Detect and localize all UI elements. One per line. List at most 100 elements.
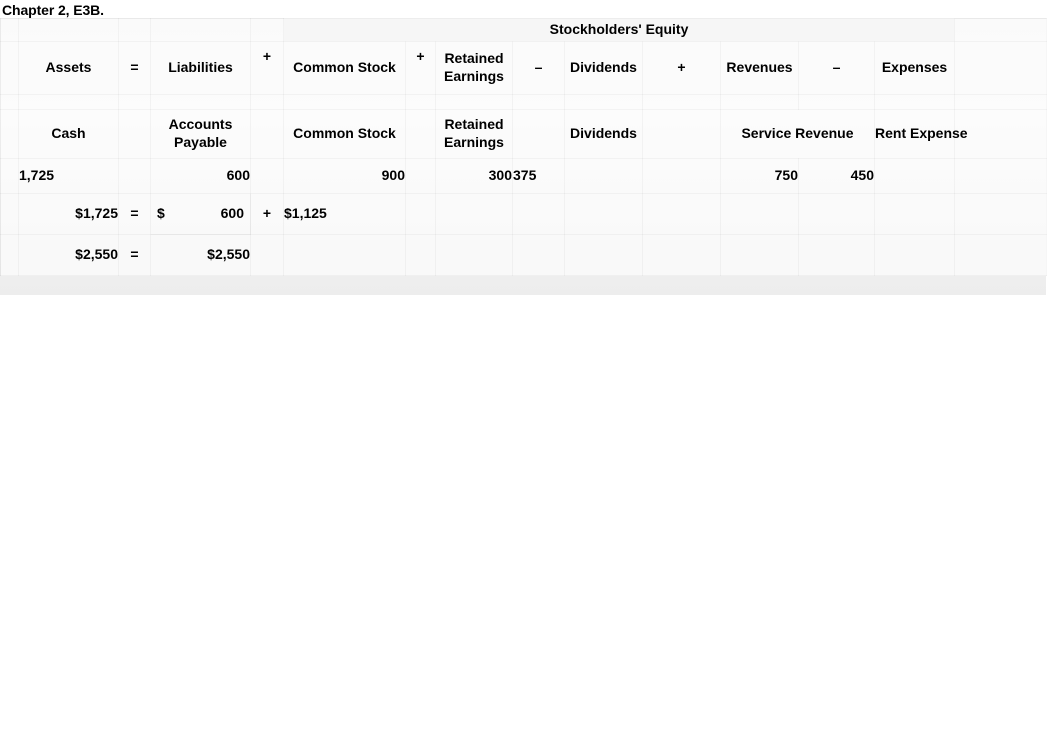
gap-cell — [118, 109, 151, 159]
pad-cell — [954, 109, 1047, 159]
account-header-rent-expense: Rent Expense — [874, 109, 968, 159]
pad-cell — [954, 234, 1047, 276]
operator-plus-equity: + — [250, 41, 284, 95]
pad-cell — [150, 94, 251, 110]
balance-service-revenue[interactable]: 750 — [720, 158, 799, 194]
proof-right-total: $2,550 — [150, 234, 251, 276]
account-header-retained-earnings: Retained Earnings — [435, 109, 513, 159]
gap-cell — [512, 234, 565, 276]
balances-row: 1,725 600 900 300 375 750 450 — [0, 158, 1047, 194]
operator-minus-1: – — [512, 41, 565, 95]
account-header-row: Cash Accounts Payable Common Stock Retai… — [0, 109, 1047, 159]
gap-cell — [435, 193, 513, 235]
pad-cell — [0, 18, 19, 42]
gap-cell — [512, 109, 565, 159]
gap-cell — [642, 234, 721, 276]
pad-cell — [18, 94, 119, 110]
account-header-common-stock: Common Stock — [283, 109, 406, 159]
gap-cell — [250, 109, 284, 159]
pad-cell — [250, 18, 284, 42]
operator-plus-equity-glyph: + — [262, 48, 272, 65]
pad-cell — [954, 158, 1047, 194]
pad-cell — [0, 234, 19, 276]
balance-retained-earnings[interactable]: 300 — [435, 158, 513, 194]
gap-cell — [642, 109, 721, 159]
gap-cell — [405, 234, 436, 276]
pad-cell — [435, 94, 513, 110]
operator-plus-1: + — [405, 41, 436, 95]
balance-dividends[interactable]: 375 — [512, 158, 565, 194]
pad-cell — [954, 193, 1047, 235]
account-header-service-revenue: Service Revenue — [720, 109, 875, 159]
gap-cell — [405, 109, 436, 159]
account-header-accounts-payable: Accounts Payable — [150, 109, 251, 159]
pad-cell — [798, 94, 875, 110]
proof-liabilities-total: 600 — [220, 205, 244, 222]
gap-cell — [250, 234, 284, 276]
pad-cell — [720, 94, 799, 110]
gap-cell — [564, 158, 643, 194]
accounting-equation-table: Stockholders' Equity Assets = Liabilitie… — [0, 18, 1047, 276]
pad-cell — [405, 94, 436, 110]
pad-cell — [642, 94, 721, 110]
pad-cell — [0, 158, 19, 194]
proof-row-assets-equals-liabilities-plus-equity: $1,725 = $ 600 + $1,125 — [0, 193, 1047, 235]
header-common-stock: Common Stock — [283, 41, 406, 95]
header-separator-row — [0, 94, 1047, 110]
equity-banner-row: Stockholders' Equity — [0, 18, 1047, 42]
gap-cell — [405, 158, 436, 194]
pad-cell — [954, 18, 1047, 42]
gap-cell — [283, 234, 406, 276]
operator-plus-1-glyph: + — [416, 48, 425, 65]
pad-cell — [118, 18, 151, 42]
pad-cell — [564, 94, 643, 110]
gap-cell — [642, 158, 721, 194]
page-title: Chapter 2, E3B. — [2, 2, 104, 18]
balance-cash[interactable]: 1,725 — [18, 158, 119, 194]
gap-cell — [874, 234, 955, 276]
pad-cell — [0, 94, 19, 110]
gap-cell — [798, 234, 875, 276]
gap-cell — [798, 193, 875, 235]
proof-equals-1: = — [118, 193, 151, 235]
header-revenues: Revenues — [720, 41, 799, 95]
pad-cell — [250, 94, 284, 110]
gap-cell — [642, 193, 721, 235]
stockholders-equity-label: Stockholders' Equity — [549, 21, 689, 38]
header-retained-earnings: Retained Earnings — [435, 41, 513, 95]
gap-cell — [874, 193, 955, 235]
pad-cell — [874, 94, 955, 110]
proof-row-totals-agree: $2,550 = $2,550 — [0, 234, 1047, 276]
gap-cell — [720, 193, 799, 235]
header-assets: Assets — [18, 41, 119, 95]
pad-cell — [118, 94, 151, 110]
worksheet-canvas: Chapter 2, E3B. Stockholders' Equity Ass… — [0, 0, 1062, 732]
pad-cell — [150, 18, 251, 42]
proof-equity-total: $1,125 — [283, 193, 406, 235]
proof-liabilities-total-cell: $ 600 — [150, 193, 251, 235]
equation-header-row: Assets = Liabilities + Common Stock + Re… — [0, 41, 1047, 95]
stockholders-equity-banner: Stockholders' Equity — [283, 18, 955, 42]
gap-cell — [874, 158, 955, 194]
gap-cell — [405, 193, 436, 235]
pad-cell — [954, 41, 1047, 95]
operator-plus-2: + — [642, 41, 721, 95]
pad-cell — [283, 94, 406, 110]
operator-equals-top: = — [118, 41, 151, 95]
balance-common-stock[interactable]: 900 — [283, 158, 406, 194]
gap-cell — [118, 158, 151, 194]
proof-equals-2: = — [118, 234, 151, 276]
operator-minus-2: – — [798, 41, 875, 95]
proof-plus-1: + — [250, 193, 284, 235]
balance-rent-expense[interactable]: 450 — [798, 158, 875, 194]
gap-cell — [564, 234, 643, 276]
gap-cell — [512, 193, 565, 235]
header-liabilities: Liabilities — [150, 41, 251, 95]
proof-assets-total: $1,725 — [18, 193, 119, 235]
header-expenses: Expenses — [874, 41, 955, 95]
pad-cell — [0, 41, 19, 95]
pad-cell — [512, 94, 565, 110]
account-header-dividends: Dividends — [564, 109, 643, 159]
gap-cell — [720, 234, 799, 276]
balance-accounts-payable[interactable]: 600 — [150, 158, 251, 194]
